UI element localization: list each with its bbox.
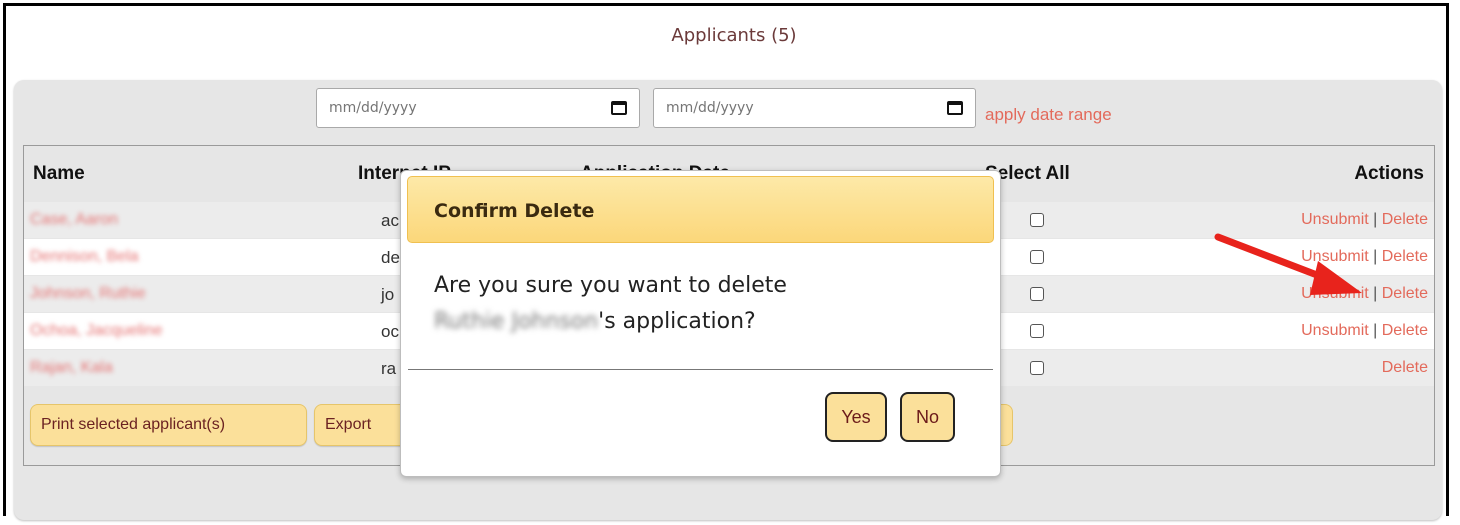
message-suffix: 's application? [598,309,756,334]
dialog-header[interactable]: Confirm Delete [407,176,994,243]
row-actions: Unsubmit | Delete [1301,322,1428,340]
header-name[interactable]: Name [33,163,85,185]
dialog-title: Confirm Delete [434,200,595,222]
apply-date-range-link[interactable]: apply date range [985,105,1112,125]
ip-cell: jo [381,285,395,304]
row-checkbox[interactable] [1030,361,1044,375]
row-checkbox[interactable] [1030,324,1044,338]
ip-cell: oc [381,322,399,341]
row-actions: Delete [1382,359,1428,377]
ip-cell: de [381,248,400,267]
dialog-message: Are you sure you want to delete Ruthie J… [434,268,974,340]
no-button[interactable]: No [900,392,955,442]
separator: | [1373,322,1378,339]
ip-cell: ra [381,359,397,378]
unsubmit-link[interactable]: Unsubmit [1301,322,1369,339]
ip-cell: ac [381,211,399,230]
message-prefix: Are you sure you want to delete [434,273,787,298]
start-date-placeholder: mm/dd/yyyy [329,100,417,116]
applicant-name[interactable]: Case, Aaron [30,211,118,229]
header-actions: Actions [1354,163,1424,184]
applicant-name-blurred: Ruthie Johnson [434,309,599,334]
confirm-delete-dialog: Confirm Delete Are you sure you want to … [400,170,1001,477]
calendar-icon[interactable] [947,101,963,115]
row-checkbox[interactable] [1030,250,1044,264]
annotation-arrow-icon [1214,233,1362,295]
page-title: Applicants (5) [671,25,797,46]
row-checkbox[interactable] [1030,213,1044,227]
row-checkbox[interactable] [1030,287,1044,301]
calendar-icon[interactable] [611,101,627,115]
applicant-name[interactable]: Dennison, Bela [30,248,139,266]
applicant-name[interactable]: Johnson, Ruthie [30,285,146,303]
dialog-divider [408,369,993,370]
yes-button[interactable]: Yes [825,392,887,442]
delete-link[interactable]: Delete [1382,322,1428,339]
applicant-name[interactable]: Ochoa, Jacqueline [30,322,163,340]
end-date-input[interactable]: mm/dd/yyyy [653,88,976,128]
applicant-name[interactable]: Rajan, Kala [30,359,113,377]
delete-link[interactable]: Delete [1382,248,1428,265]
end-date-placeholder: mm/dd/yyyy [666,100,754,116]
delete-link[interactable]: Delete [1382,211,1428,228]
delete-link[interactable]: Delete [1382,285,1428,302]
delete-link[interactable]: Delete [1382,359,1428,376]
print-selected-button[interactable]: Print selected applicant(s) [30,404,307,446]
start-date-input[interactable]: mm/dd/yyyy [316,88,640,128]
